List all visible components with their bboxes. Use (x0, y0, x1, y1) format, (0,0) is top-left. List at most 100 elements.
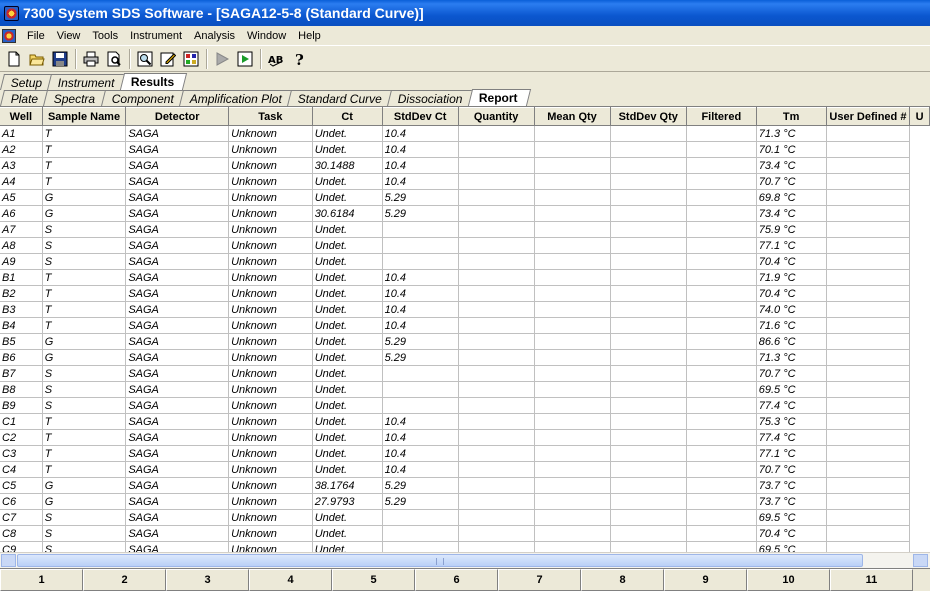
table-cell[interactable] (610, 381, 687, 398)
table-cell[interactable] (610, 253, 687, 270)
table-cell[interactable] (458, 509, 535, 526)
table-cell[interactable] (458, 541, 535, 552)
tab-dissociation[interactable]: Dissociation (386, 90, 476, 106)
table-cell[interactable]: SAGA (125, 461, 230, 478)
table-cell[interactable] (458, 429, 535, 446)
table-cell[interactable]: T (42, 413, 127, 430)
table-cell[interactable]: Undet. (312, 237, 383, 254)
table-row[interactable]: B3 T SAGA Unknown Undet. 10.4 74.0 °C (0, 301, 930, 318)
table-cell[interactable]: Undet. (312, 317, 383, 334)
table-cell[interactable]: Unknown (228, 429, 313, 446)
table-cell[interactable] (610, 445, 687, 462)
table-cell[interactable] (458, 205, 535, 222)
table-row[interactable]: B9 S SAGA Unknown Undet. 77.4 °C (0, 397, 930, 414)
table-row[interactable]: A1 T SAGA Unknown Undet. 10.4 71.3 °C (0, 125, 930, 142)
table-cell[interactable] (686, 333, 757, 350)
table-cell[interactable]: SAGA (125, 541, 230, 552)
plate-column-button[interactable]: 8 (581, 569, 664, 591)
table-cell[interactable]: Undet. (312, 253, 383, 270)
table-cell[interactable]: A3 (0, 157, 43, 174)
table-cell[interactable] (534, 477, 611, 494)
edit-button[interactable] (157, 48, 179, 70)
table-cell[interactable] (458, 141, 535, 158)
table-cell[interactable]: T (42, 125, 127, 142)
table-cell[interactable]: A5 (0, 189, 43, 206)
table-cell[interactable] (610, 301, 687, 318)
table-cell[interactable]: A7 (0, 221, 43, 238)
tab-results[interactable]: Results (119, 73, 188, 90)
table-cell[interactable] (610, 189, 687, 206)
table-cell[interactable] (382, 237, 459, 254)
table-cell[interactable]: B8 (0, 381, 43, 398)
table-cell[interactable]: G (42, 189, 127, 206)
table-cell[interactable]: T (42, 445, 127, 462)
table-cell[interactable] (458, 381, 535, 398)
table-cell[interactable]: 70.7 °C (756, 173, 827, 190)
table-cell[interactable] (610, 333, 687, 350)
table-row[interactable]: B4 T SAGA Unknown Undet. 10.4 71.6 °C (0, 317, 930, 334)
open-button[interactable] (26, 48, 48, 70)
menu-view[interactable]: View (51, 30, 87, 42)
table-cell[interactable]: Unknown (228, 397, 313, 414)
table-cell[interactable] (458, 189, 535, 206)
table-cell[interactable]: B7 (0, 365, 43, 382)
table-cell[interactable]: S (42, 525, 127, 542)
table-cell[interactable] (686, 269, 757, 286)
table-cell[interactable] (610, 141, 687, 158)
table-cell[interactable] (826, 253, 911, 270)
table-cell[interactable] (534, 205, 611, 222)
table-cell[interactable]: Unknown (228, 349, 313, 366)
table-cell[interactable]: A8 (0, 237, 43, 254)
scroll-left-arrow[interactable] (1, 554, 16, 567)
table-cell[interactable]: S (42, 381, 127, 398)
table-cell[interactable]: 10.4 (382, 141, 459, 158)
table-cell[interactable]: Unknown (228, 173, 313, 190)
table-cell[interactable]: 69.8 °C (756, 189, 827, 206)
table-cell[interactable] (826, 477, 911, 494)
table-cell[interactable]: 73.4 °C (756, 157, 827, 174)
plate-column-button[interactable]: 4 (249, 569, 332, 591)
table-row[interactable]: C4 T SAGA Unknown Undet. 10.4 70.7 °C (0, 461, 930, 478)
table-cell[interactable]: G (42, 333, 127, 350)
table-cell[interactable]: 70.7 °C (756, 365, 827, 382)
table-cell[interactable] (826, 397, 911, 414)
table-cell[interactable] (458, 221, 535, 238)
table-cell[interactable] (686, 429, 757, 446)
table-cell[interactable]: SAGA (125, 365, 230, 382)
table-cell[interactable]: Unknown (228, 189, 313, 206)
table-cell[interactable]: 86.6 °C (756, 333, 827, 350)
table-row[interactable]: C9 S SAGA Unknown Undet. 69.5 °C (0, 541, 930, 552)
table-cell[interactable] (826, 429, 911, 446)
table-cell[interactable] (686, 125, 757, 142)
table-row[interactable]: A8 S SAGA Unknown Undet. 77.1 °C (0, 237, 930, 254)
table-cell[interactable]: SAGA (125, 237, 230, 254)
table-cell[interactable]: A9 (0, 253, 43, 270)
table-cell[interactable] (610, 157, 687, 174)
table-cell[interactable]: Unknown (228, 525, 313, 542)
table-cell[interactable] (686, 445, 757, 462)
table-cell[interactable] (610, 221, 687, 238)
table-cell[interactable] (534, 157, 611, 174)
table-cell[interactable]: 5.29 (382, 477, 459, 494)
table-cell[interactable] (610, 413, 687, 430)
table-cell[interactable] (458, 157, 535, 174)
table-cell[interactable] (534, 509, 611, 526)
table-cell[interactable]: Undet. (312, 429, 383, 446)
table-cell[interactable]: 5.29 (382, 493, 459, 510)
table-cell[interactable]: 69.5 °C (756, 541, 827, 552)
table-cell[interactable] (534, 285, 611, 302)
menu-help[interactable]: Help (292, 30, 327, 42)
table-cell[interactable] (826, 157, 911, 174)
table-cell[interactable]: C3 (0, 445, 43, 462)
table-cell[interactable] (826, 333, 911, 350)
table-cell[interactable]: Undet. (312, 397, 383, 414)
table-row[interactable]: A5 G SAGA Unknown Undet. 5.29 69.8 °C (0, 189, 930, 206)
table-row[interactable]: A2 T SAGA Unknown Undet. 10.4 70.1 °C (0, 141, 930, 158)
table-cell[interactable] (458, 445, 535, 462)
table-cell[interactable]: B4 (0, 317, 43, 334)
table-cell[interactable]: C8 (0, 525, 43, 542)
table-cell[interactable]: T (42, 429, 127, 446)
table-cell[interactable]: SAGA (125, 221, 230, 238)
table-cell[interactable]: G (42, 205, 127, 222)
table-cell[interactable]: 77.1 °C (756, 445, 827, 462)
